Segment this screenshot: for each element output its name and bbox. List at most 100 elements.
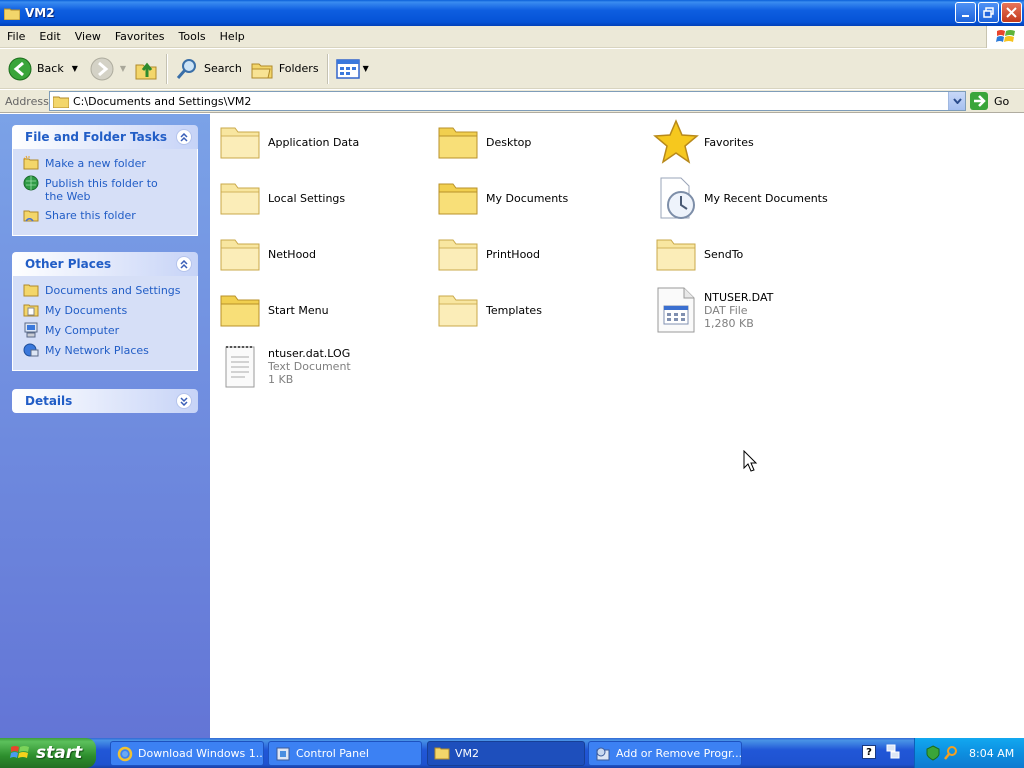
start-button[interactable]: start (0, 738, 96, 768)
menu-view[interactable]: View (68, 30, 108, 43)
folder-icon (434, 286, 482, 334)
details-panel: Details (12, 389, 198, 413)
restore-icon (982, 6, 994, 18)
item-printhood[interactable]: PrintHood (434, 228, 644, 280)
folder-icon (434, 118, 482, 166)
maximize-button[interactable] (978, 2, 999, 23)
close-icon (1006, 7, 1017, 18)
views-icon (335, 58, 360, 79)
make-new-folder-link[interactable]: Make a new folder (23, 155, 197, 171)
title-bar[interactable]: VM2 (0, 0, 1024, 26)
views-dropdown-icon: ▼ (362, 64, 369, 73)
file-folder-tasks-header[interactable]: File and Folder Tasks (12, 125, 198, 149)
folder-icon (216, 174, 264, 222)
my-network-places-link[interactable]: My Network Places (23, 342, 197, 358)
windows-logo-icon (986, 26, 1024, 48)
folder-icon (216, 286, 264, 334)
recent-documents-icon (652, 174, 700, 222)
item-nethood[interactable]: NetHood (216, 228, 426, 280)
item-ntuser-dat[interactable]: NTUSER.DAT DAT File 1,280 KB (652, 284, 862, 336)
clock[interactable]: 8:04 AM (969, 747, 1014, 760)
share-folder-link[interactable]: Share this folder (23, 207, 197, 223)
item-local-settings[interactable]: Local Settings (216, 172, 426, 224)
system-tray: 8:04 AM (914, 738, 1024, 768)
go-button[interactable]: Go (970, 91, 1009, 111)
network-status-icon[interactable] (886, 744, 900, 760)
tray-shield-icon[interactable] (925, 745, 941, 761)
forward-button[interactable]: ▼ (86, 52, 130, 86)
dat-file-icon (652, 286, 700, 334)
tray-search-icon[interactable] (943, 745, 959, 761)
toolbar-separator (166, 53, 168, 84)
toolbar: Back ▼ ▼ Search Folders ▼ (0, 49, 1024, 89)
expand-icon[interactable] (176, 393, 192, 409)
address-label: Address (5, 94, 49, 108)
folder-icon (216, 118, 264, 166)
back-dropdown-icon[interactable]: ▼ (72, 64, 78, 73)
menu-help[interactable]: Help (213, 30, 252, 43)
search-button[interactable]: Search (171, 52, 246, 86)
minimize-icon (961, 14, 969, 17)
views-button[interactable]: ▼ (332, 52, 373, 86)
other-places-panel: Other Places Documents and Settings My D… (12, 252, 198, 371)
item-templates[interactable]: Templates (434, 284, 644, 336)
toolbar-separator (326, 53, 328, 84)
new-folder-icon (23, 155, 39, 171)
publish-folder-web-link[interactable]: Publish this folder to the Web (23, 175, 197, 203)
folders-icon (251, 63, 273, 78)
back-arrow-icon (8, 57, 32, 80)
details-header[interactable]: Details (12, 389, 198, 413)
taskbar: start Download Windows 1... Control Pane… (0, 738, 1024, 768)
item-start-menu[interactable]: Start Menu (216, 284, 426, 336)
folder-icon (434, 746, 450, 762)
chevron-down-icon (952, 98, 962, 104)
up-folder-button[interactable] (130, 52, 162, 86)
forward-dropdown-icon[interactable]: ▼ (120, 64, 126, 73)
folder-icon (434, 174, 482, 222)
taskbar-button-download-windows[interactable]: Download Windows 1... (110, 741, 264, 766)
taskbar-button-vm2[interactable]: VM2 (427, 741, 585, 766)
computer-icon (23, 322, 39, 338)
address-input[interactable]: C:\Documents and Settings\VM2 (49, 91, 966, 111)
menu-edit[interactable]: Edit (32, 30, 67, 43)
minimize-button[interactable] (955, 2, 976, 23)
menu-tools[interactable]: Tools (172, 30, 213, 43)
folder-icon (53, 96, 69, 108)
item-my-documents[interactable]: My Documents (434, 172, 644, 224)
windows-logo-icon (10, 746, 29, 758)
address-bar: Address C:\Documents and Settings\VM2 Go (0, 90, 1024, 113)
up-folder-icon (135, 62, 157, 79)
taskbar-button-add-remove-programs[interactable]: Add or Remove Progr... (588, 741, 742, 766)
menu-favorites[interactable]: Favorites (108, 30, 172, 43)
menu-file[interactable]: File (0, 30, 32, 43)
collapse-icon[interactable] (176, 256, 192, 272)
item-my-recent-documents[interactable]: My Recent Documents (652, 172, 862, 224)
internet-explorer-icon (117, 746, 133, 762)
taskbar-button-control-panel[interactable]: Control Panel (268, 741, 422, 766)
item-application-data[interactable]: Application Data (216, 116, 426, 168)
documents-and-settings-link[interactable]: Documents and Settings (23, 282, 197, 298)
address-value: C:\Documents and Settings\VM2 (73, 94, 252, 108)
my-computer-link[interactable]: My Computer (23, 322, 197, 338)
item-sendto[interactable]: SendTo (652, 228, 862, 280)
folders-button[interactable]: Folders (246, 52, 323, 86)
item-ntuser-dat-log[interactable]: ntuser.dat.LOG Text Document 1 KB (216, 340, 426, 392)
other-places-header[interactable]: Other Places (12, 252, 198, 276)
close-button[interactable] (1001, 2, 1022, 23)
collapse-icon[interactable] (176, 129, 192, 145)
my-documents-link[interactable]: My Documents (23, 302, 197, 318)
item-favorites[interactable]: Favorites (652, 116, 862, 168)
folder-icon (216, 230, 264, 278)
back-button[interactable]: Back ▼ (4, 52, 82, 86)
address-dropdown-button[interactable] (948, 92, 965, 110)
item-desktop[interactable]: Desktop (434, 116, 644, 168)
window-title: VM2 (25, 6, 55, 20)
forward-arrow-icon (90, 57, 114, 80)
go-arrow-icon (970, 92, 988, 110)
folder-icon (434, 230, 482, 278)
mouse-cursor-icon (743, 450, 758, 472)
globe-icon (23, 175, 39, 191)
add-remove-programs-icon (595, 746, 611, 762)
help-icon[interactable]: ? (862, 745, 876, 759)
search-icon (176, 58, 197, 79)
